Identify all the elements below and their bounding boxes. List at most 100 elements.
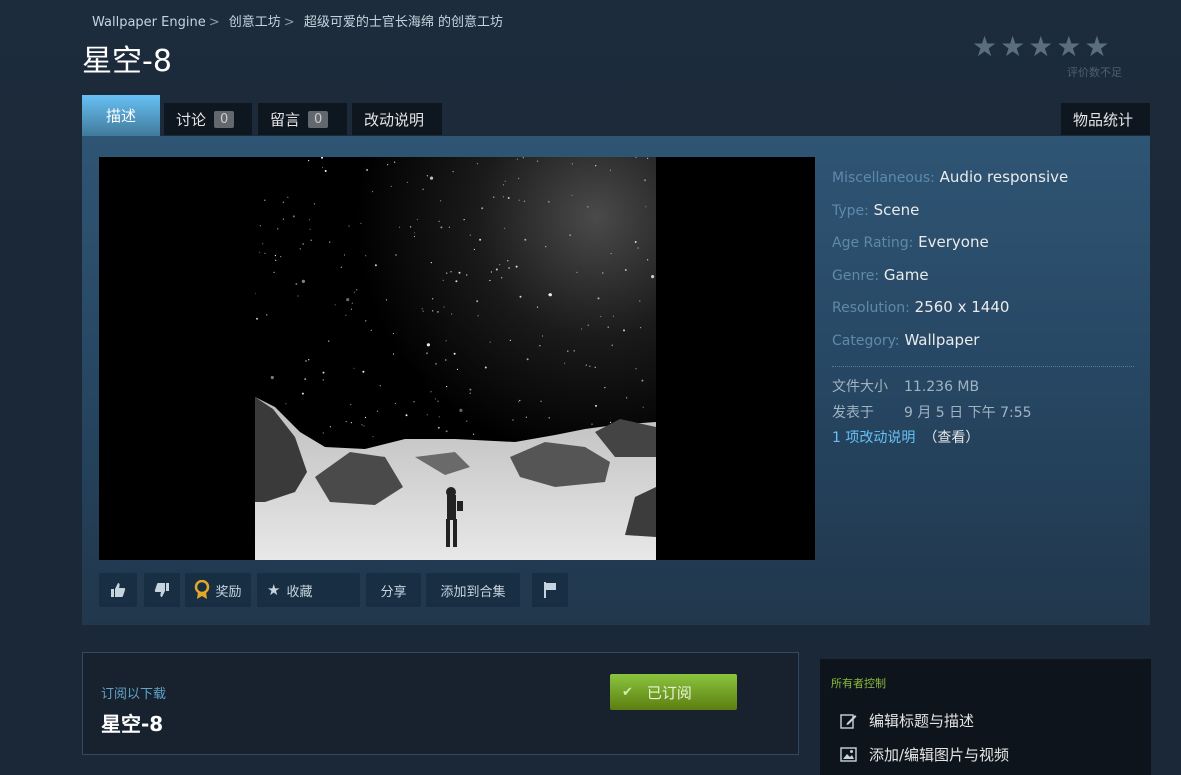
star <box>385 299 388 301</box>
star <box>642 406 644 408</box>
star <box>429 176 434 180</box>
star <box>644 179 646 182</box>
star <box>322 166 324 169</box>
share-button[interactable]: 分享 <box>366 573 421 607</box>
star <box>450 271 452 273</box>
star <box>313 203 316 205</box>
star <box>463 219 465 221</box>
tab-comments[interactable]: 留言 0 <box>258 103 347 135</box>
add-to-collection-button[interactable]: 添加到合集 <box>426 573 520 607</box>
item-details: Miscellaneous: Audio responsive Type: Sc… <box>832 162 1134 452</box>
star <box>406 181 408 183</box>
star <box>350 308 353 310</box>
star <box>490 271 492 273</box>
star <box>647 259 649 261</box>
checkmark-icon: ✔ <box>622 684 633 700</box>
thumbs-down-button[interactable] <box>144 573 180 607</box>
star <box>259 225 261 227</box>
star <box>623 329 625 332</box>
tab-item-stats[interactable]: 物品统计 <box>1061 103 1150 135</box>
workshop-page: Wallpaper Engine > 创意工坊 > 超级可爱的士官长海绵 的创意工坊… <box>0 0 1181 775</box>
star <box>499 264 501 266</box>
star-icon: ★ <box>267 581 281 599</box>
tab-label: 留言 <box>270 110 301 129</box>
change-notes-view-link[interactable]: （查看） <box>923 430 979 446</box>
star <box>435 363 437 365</box>
star <box>576 271 578 273</box>
star <box>305 360 307 362</box>
star <box>426 414 428 416</box>
star <box>308 160 310 162</box>
star <box>459 408 463 412</box>
breadcrumb-separator: > <box>208 15 220 30</box>
star <box>324 170 327 172</box>
page-title: 星空-8 <box>82 44 172 79</box>
tab-count: 0 <box>308 110 329 128</box>
star <box>611 344 613 346</box>
star <box>308 219 311 221</box>
star <box>346 298 350 302</box>
star <box>466 274 468 276</box>
star <box>446 272 448 274</box>
star <box>609 169 611 171</box>
star <box>635 368 637 370</box>
subscribed-button[interactable]: ✔ 已订阅 <box>610 674 737 710</box>
star <box>421 308 423 310</box>
star <box>374 264 377 267</box>
star <box>466 420 468 422</box>
tab-discussions[interactable]: 讨论 0 <box>164 103 252 135</box>
star <box>329 241 331 243</box>
star <box>256 317 258 320</box>
breadcrumb: Wallpaper Engine > 创意工坊 > 超级可爱的士官长海绵 的创意工坊 <box>92 11 503 30</box>
breadcrumb-workshop[interactable]: 创意工坊 <box>229 15 281 30</box>
tab-description[interactable]: 描述 <box>82 95 160 136</box>
tab-label: 讨论 <box>176 110 207 129</box>
favorite-button[interactable]: ★ 收藏 <box>257 573 360 607</box>
star <box>264 252 266 254</box>
star <box>270 375 274 380</box>
star <box>600 315 602 318</box>
tab-label: 物品统计 <box>1073 110 1134 129</box>
preview-image[interactable] <box>99 157 815 560</box>
star <box>322 371 325 374</box>
change-notes-link[interactable]: 1 项改动说明 <box>832 430 915 446</box>
star <box>567 350 569 352</box>
thumbs-up-button[interactable] <box>99 573 137 607</box>
star <box>473 433 475 435</box>
star <box>366 169 369 171</box>
star <box>348 225 350 227</box>
star <box>512 419 514 421</box>
star <box>445 340 447 342</box>
star <box>548 293 552 297</box>
star <box>589 365 591 367</box>
star <box>414 232 416 234</box>
star <box>340 266 342 268</box>
star <box>387 164 389 166</box>
star <box>476 163 478 165</box>
star <box>345 421 347 423</box>
star <box>280 256 282 258</box>
star <box>394 402 396 405</box>
detail-misc: Miscellaneous: Audio responsive <box>832 168 1069 186</box>
tab-change-notes[interactable]: 改动说明 <box>352 103 442 135</box>
star <box>458 271 461 274</box>
breadcrumb-author-workshop[interactable]: 超级可爱的士官长海绵 的创意工坊 <box>304 15 503 30</box>
star <box>438 220 440 222</box>
edit-title-description-link[interactable]: 编辑标题与描述 <box>840 710 974 731</box>
star <box>548 201 550 203</box>
edit-images-videos-link[interactable]: 添加/编辑图片与视频 <box>840 744 1009 765</box>
star <box>518 177 520 179</box>
breadcrumb-wallpaper-engine[interactable]: Wallpaper Engine <box>92 15 206 30</box>
star <box>446 386 448 388</box>
star <box>426 343 430 347</box>
breadcrumb-separator: > <box>283 15 295 30</box>
star <box>573 350 575 352</box>
star <box>507 260 509 262</box>
award-button[interactable]: 奖励 <box>185 573 251 607</box>
report-button[interactable] <box>532 573 568 607</box>
flag-icon <box>544 582 556 598</box>
star <box>353 367 355 369</box>
star <box>548 417 550 419</box>
detail-resolution: Resolution: 2560 x 1440 <box>832 298 1010 316</box>
star <box>297 295 299 297</box>
